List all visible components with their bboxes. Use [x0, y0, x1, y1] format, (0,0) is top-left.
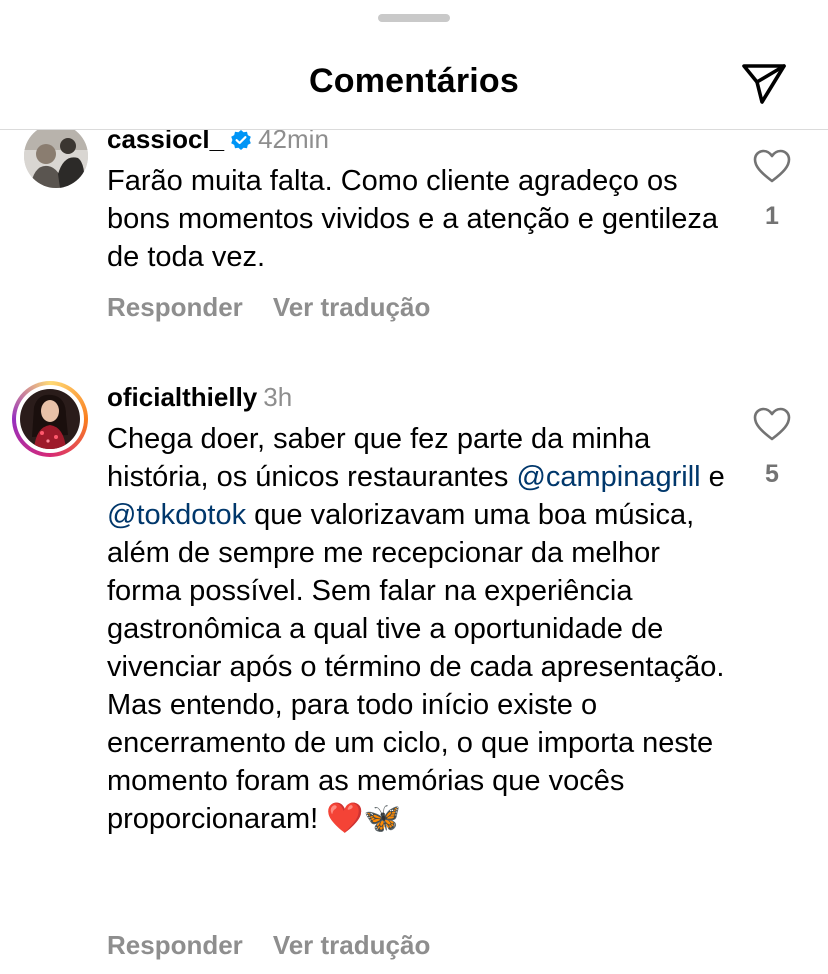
comment-header: oficialthielly 3h — [107, 382, 292, 413]
like-count: 5 — [765, 460, 779, 488]
comments-list[interactable]: cassiocl_ 42min Farão muita falta. Como c… — [0, 0, 828, 974]
heart-emoji: ❤️ — [326, 801, 364, 836]
reply-button[interactable]: Responder — [107, 292, 243, 322]
verified-badge-icon — [230, 127, 252, 150]
comment-actions: Responder Ver tradução — [107, 292, 430, 323]
username[interactable]: oficialthielly — [107, 382, 257, 412]
butterfly-emoji: 🦋 — [363, 801, 401, 836]
see-translation-button[interactable]: Ver tradução — [273, 930, 431, 960]
paper-plane-icon[interactable] — [740, 62, 788, 106]
like-heart-icon[interactable] — [752, 406, 792, 442]
avatar-story-ring[interactable] — [12, 381, 88, 457]
comment-text-part: e — [700, 461, 725, 493]
sheet-header: Comentários — [0, 0, 828, 130]
see-translation-button[interactable]: Ver tradução — [273, 292, 431, 322]
reply-button[interactable]: Responder — [107, 930, 243, 960]
comment-text: Chega doer, saber que fez parte da minha… — [107, 420, 727, 838]
drag-handle[interactable] — [378, 14, 450, 22]
mention-link[interactable]: @campinagrill — [516, 461, 700, 493]
comment-text-part: que valorizavam uma boa música, além de … — [107, 499, 725, 835]
comment-actions: Responder Ver tradução — [107, 930, 430, 961]
page-title: Comentários — [308, 62, 520, 100]
like-count: 1 — [765, 202, 779, 230]
comments-sheet: cassiocl_ 42min Farão muita falta. Como c… — [0, 0, 828, 974]
avatar[interactable] — [24, 124, 88, 188]
comment-text: Farão muita falta. Como cliente agradeço… — [107, 165, 718, 273]
like-heart-icon[interactable] — [752, 148, 792, 184]
mention-link[interactable]: @tokdotok — [107, 499, 246, 531]
comment-time: 3h — [263, 382, 293, 412]
